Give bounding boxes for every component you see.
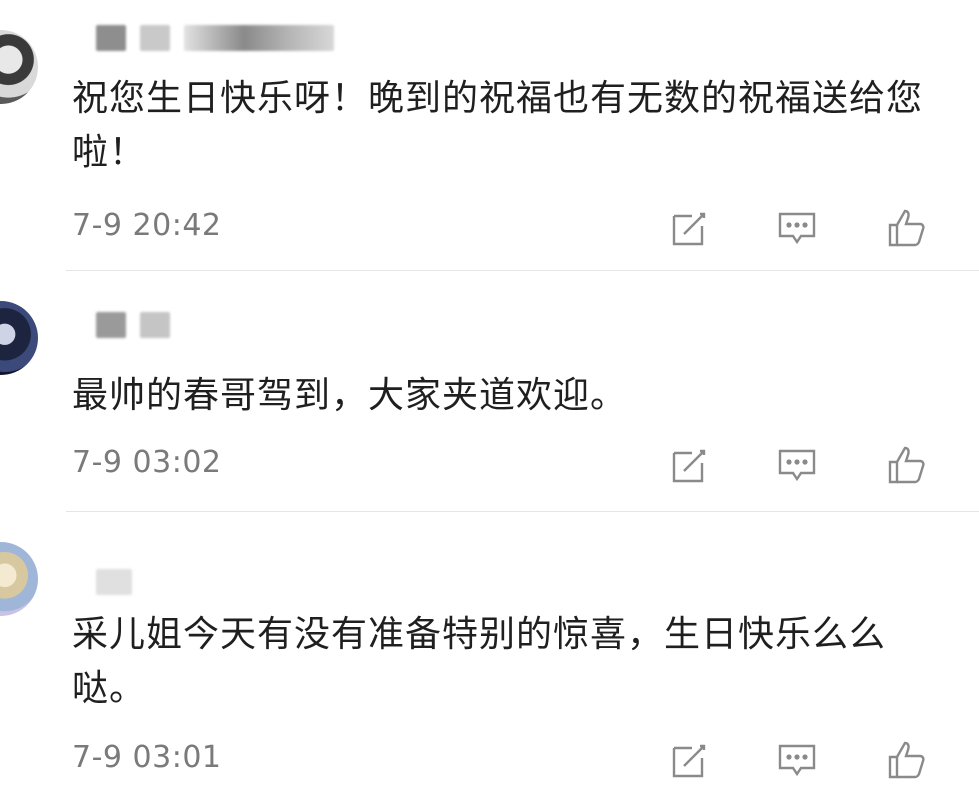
comment-time: 7-9 03:02 (72, 445, 222, 480)
comment-bubble-icon[interactable] (775, 443, 819, 487)
edit-icon[interactable] (668, 738, 712, 782)
comment-item: 最帅的春哥驾到，大家夹道欢迎。 7-9 03:02 (0, 271, 979, 512)
username-blurred[interactable] (96, 24, 334, 52)
username-blurred[interactable] (96, 311, 170, 339)
thumbs-up-icon[interactable] (884, 738, 928, 782)
comment-text: 最帅的春哥驾到，大家夹道欢迎。 (72, 375, 628, 416)
username-blurred[interactable] (96, 568, 132, 596)
comment-meta: 7-9 03:02 (72, 443, 979, 484)
comment-text: 祝您生日快乐呀！晚到的祝福也有无数的祝福送给您啦！ (72, 78, 924, 173)
comment-bubble-icon[interactable] (775, 206, 819, 250)
thumbs-up-icon[interactable] (884, 206, 928, 250)
avatar[interactable] (0, 301, 38, 375)
comment-time: 7-9 03:01 (72, 740, 222, 775)
edit-icon[interactable] (668, 443, 712, 487)
comment-bubble-icon[interactable] (775, 738, 819, 782)
comment-item: 祝您生日快乐呀！晚到的祝福也有无数的祝福送给您啦！ 7-9 20:42 (0, 0, 979, 271)
comment-meta: 7-9 03:01 (72, 738, 979, 779)
comment-item: 采儿姐今天有没有准备特别的惊喜，生日快乐么么哒。 7-9 03:01 (0, 512, 979, 790)
avatar[interactable] (0, 542, 38, 616)
comment-meta: 7-9 20:42 (72, 206, 979, 247)
thumbs-up-icon[interactable] (884, 443, 928, 487)
avatar[interactable] (0, 30, 38, 104)
edit-icon[interactable] (668, 206, 712, 250)
comment-time: 7-9 20:42 (72, 208, 222, 243)
comment-text: 采儿姐今天有没有准备特别的惊喜，生日快乐么么哒。 (72, 614, 887, 709)
